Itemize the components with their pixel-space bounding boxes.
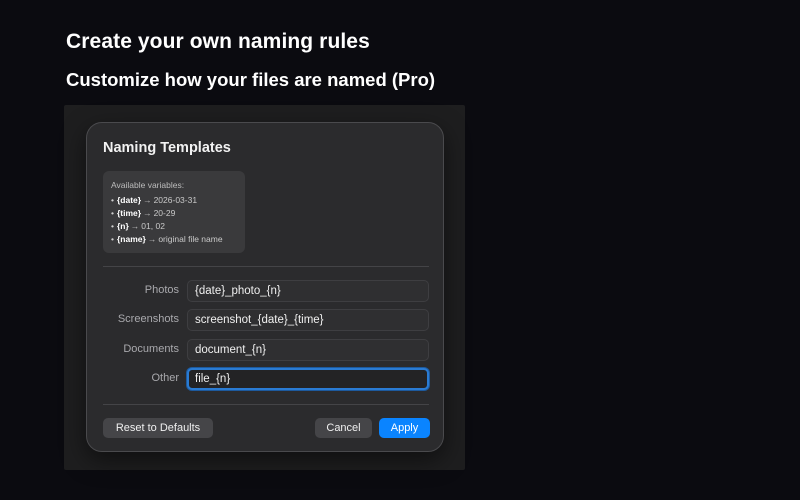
bullet-icon: • xyxy=(111,221,114,231)
bullet-icon: • xyxy=(111,208,114,218)
arrow-right-icon: → xyxy=(143,208,152,218)
variable-example: original file name xyxy=(158,234,223,244)
template-row-documents: Documents xyxy=(87,339,445,361)
variable-item: • {name} → original file name xyxy=(111,233,237,246)
documents-label: Documents xyxy=(123,343,179,355)
variable-item: • {date} → 2026-03-31 xyxy=(111,194,237,207)
reset-to-defaults-button[interactable]: Reset to Defaults xyxy=(103,418,213,438)
variable-example: 2026-03-31 xyxy=(153,195,198,205)
bullet-icon: • xyxy=(111,195,114,205)
marketing-subheadline: Customize how your files are named (Pro) xyxy=(66,69,436,90)
variable-example: 20-29 xyxy=(153,208,176,218)
variables-title: Available variables: xyxy=(111,180,185,190)
divider-bottom xyxy=(103,404,429,405)
variable-example: 01, 02 xyxy=(141,221,165,231)
apply-button[interactable]: Apply xyxy=(379,418,430,438)
template-row-photos: Photos xyxy=(87,280,445,302)
screenshots-label: Screenshots xyxy=(117,313,179,325)
other-template-input[interactable] xyxy=(187,368,429,390)
template-row-screenshots: Screenshots xyxy=(87,309,445,331)
marketing-headline: Create your own naming rules xyxy=(66,30,370,53)
variable-token: {n} xyxy=(116,221,129,231)
naming-templates-dialog: Naming Templates Available variables: •{… xyxy=(86,122,444,452)
divider-top xyxy=(103,266,429,267)
other-label: Other xyxy=(151,372,179,384)
available-variables-box: Available variables: • {date} → 2026-03-31 … xyxy=(103,171,245,253)
dialog-title: Naming Templates xyxy=(103,140,231,156)
variable-token: {name} xyxy=(116,234,146,244)
variable-token: {time} xyxy=(116,208,142,218)
template-row-other: Other xyxy=(87,368,445,390)
variable-token: {date} xyxy=(116,195,142,205)
bullet-icon: • xyxy=(111,234,114,244)
variable-item: • {time} → 20-29 xyxy=(111,207,237,220)
variable-item: • {n} → 01, 02 xyxy=(111,220,237,233)
photos-template-input[interactable] xyxy=(187,280,429,302)
photos-label: Photos xyxy=(144,284,179,296)
screenshot-stage: Naming Templates Available variables: •{… xyxy=(64,105,465,470)
arrow-right-icon: → xyxy=(147,234,157,244)
arrow-right-icon: → xyxy=(130,221,140,231)
arrow-right-icon: → xyxy=(143,195,152,205)
cancel-button[interactable]: Cancel xyxy=(315,418,372,438)
screenshots-template-input[interactable] xyxy=(187,309,429,331)
documents-template-input[interactable] xyxy=(187,339,429,361)
